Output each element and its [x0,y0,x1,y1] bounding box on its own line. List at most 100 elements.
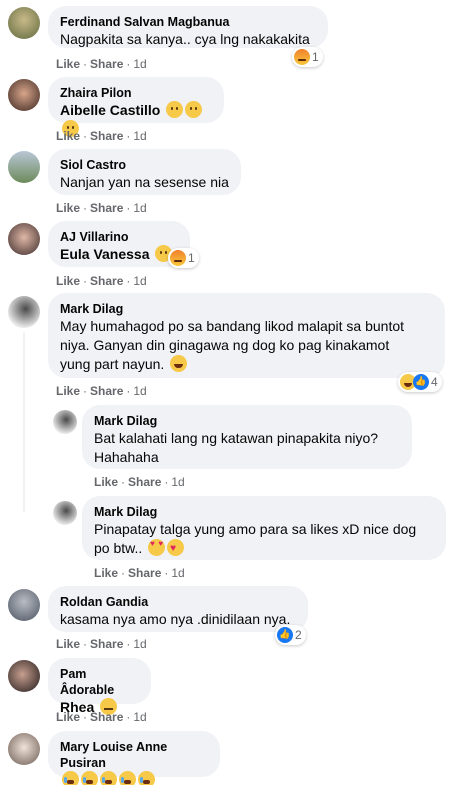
avatar[interactable] [8,223,40,255]
comment-bubble: Ferdinand Salvan Magbanua Nagpakita sa k… [48,6,328,48]
avatar[interactable] [53,501,77,525]
separator-dot: · [121,566,126,580]
comment-text [60,771,208,785]
comment-timestamp[interactable]: 1d [133,57,146,71]
separator-dot: · [126,57,131,71]
smiling-hearts-emoji-icon [167,539,185,556]
share-link[interactable]: Share [128,475,161,489]
reaction-count: 1 [312,50,319,64]
comment-timestamp[interactable]: 1d [133,637,146,651]
share-link[interactable]: Share [90,710,123,724]
reaction-summary[interactable]: 1 [292,47,323,67]
comment-timestamp[interactable]: 1d [133,129,146,143]
commenter-name[interactable]: Mark Dilag [94,504,434,520]
avatar[interactable] [8,589,40,621]
separator-dot: · [83,710,88,724]
reply-timestamp[interactable]: 1d [171,475,184,489]
reaction-count: 2 [295,628,302,642]
separator-dot: · [83,384,88,398]
comment-actions: Like · Share · 1d [56,128,147,144]
commenter-name[interactable]: Mark Dilag [60,301,433,317]
separator-dot: · [83,274,88,288]
avatar[interactable] [8,7,40,39]
separator-dot: · [126,201,131,215]
comment-timestamp[interactable]: 1d [133,710,146,724]
like-link[interactable]: Like [56,57,80,71]
share-link[interactable]: Share [90,274,123,288]
like-link[interactable]: Like [56,274,80,288]
like-link[interactable]: Like [56,710,80,724]
comment-actions: Like · Share · 1d [56,636,147,652]
reaction-count: 1 [188,251,195,265]
comment-text: kasama nya amo nya .dinidilaan nya. [60,611,291,627]
commenter-name[interactable]: Ferdinand Salvan Magbanua [60,14,316,30]
thread-line [23,332,25,512]
comment-bubble: Zhaira Pilon Aibelle Castillo [48,77,224,137]
like-link[interactable]: Like [94,566,118,580]
comment-timestamp[interactable]: 1d [133,201,146,215]
reply-actions: Like · Share · 1d [94,474,185,490]
separator-dot: · [126,129,131,143]
share-link[interactable]: Share [128,566,161,580]
commenter-name[interactable]: Mary Louise Anne Pusiran [60,739,208,771]
like-link[interactable]: Like [56,384,80,398]
reaction-summary[interactable]: 2 [275,625,306,645]
comment-actions: Like · Share · 1d [56,273,147,289]
reply-bubble: Mark Dilag Pinapatay talga yung amo para… [82,496,446,560]
like-link[interactable]: Like [94,475,118,489]
comment-timestamp[interactable]: 1d [133,384,146,398]
mentioned-name[interactable]: Eula Vanessa [60,246,150,262]
comment-text-line: May humahagod po sa bandang likod malapi… [60,318,405,334]
share-link[interactable]: Share [90,57,123,71]
separator-dot: · [126,274,131,288]
like-link[interactable]: Like [56,129,80,143]
separator-dot: · [83,57,88,71]
share-link[interactable]: Share [90,129,123,143]
like-reaction-icon [413,374,429,390]
reply-actions: Like · Share · 1d [94,565,185,581]
mentioned-name[interactable]: Aibelle Castillo [60,102,160,118]
separator-dot: · [126,637,131,651]
angry-reaction-icon [170,250,186,266]
like-reaction-icon [277,627,293,643]
share-link[interactable]: Share [90,384,123,398]
separator-dot: · [164,566,169,580]
commenter-name[interactable]: Roldan Gandia [60,594,296,610]
comment-bubble: Pam Âdorable Rhea [48,658,151,715]
reaction-summary[interactable]: 4 [398,372,442,392]
sad-emoji-icon [166,101,184,118]
avatar[interactable] [8,151,40,183]
separator-dot: · [126,710,131,724]
comment-actions: Like · Share · 1d [56,383,147,399]
reply-text-line: Hahahaha [94,449,159,465]
commenter-name[interactable]: Pam Âdorable [60,666,139,698]
like-link[interactable]: Like [56,637,80,651]
comment-text: Nanjan yan na sesense nia [60,174,229,190]
avatar[interactable] [53,410,77,434]
reaction-count: 4 [431,375,438,389]
comment-timestamp[interactable]: 1d [133,274,146,288]
crying-emoji-icon [81,771,98,785]
commenter-name[interactable]: AJ Villarino [60,229,178,245]
sad-emoji-icon [185,101,203,118]
reply-bubble: Mark Dilag Bat kalahati lang ng katawan … [82,405,412,469]
share-link[interactable]: Share [90,637,123,651]
commenter-name[interactable]: Zhaira Pilon [60,85,212,101]
commenter-name[interactable]: Mark Dilag [94,413,400,429]
separator-dot: · [164,475,169,489]
avatar[interactable] [8,79,40,111]
comment-actions: Like · Share · 1d [56,200,147,216]
reaction-summary[interactable]: 1 [168,248,199,268]
angry-reaction-icon [294,49,310,65]
reply-timestamp[interactable]: 1d [171,566,184,580]
crying-emoji-icon [119,771,136,785]
laughing-emoji-icon [170,355,188,372]
comment-actions: Like · Share · 1d [56,56,147,72]
avatar[interactable] [8,660,40,692]
avatar[interactable] [8,733,40,765]
comment-text: Nagpakita sa kanya.. cya lng nakakakita [60,31,310,47]
avatar[interactable] [8,296,40,328]
like-link[interactable]: Like [56,201,80,215]
commenter-name[interactable]: Siol Castro [60,157,229,173]
share-link[interactable]: Share [90,201,123,215]
